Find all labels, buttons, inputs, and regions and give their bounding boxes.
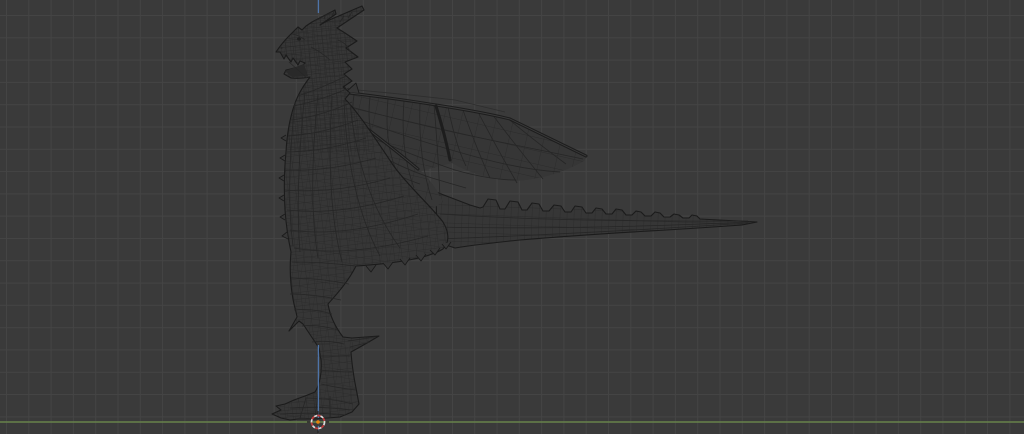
dragon-tail-mesh [435, 191, 758, 249]
head-fine-mesh [272, 6, 372, 152]
3d-viewport[interactable] [0, 0, 1024, 434]
viewport-canvas [0, 0, 1024, 433]
dragon-nostril [280, 47, 283, 49]
object-origin-dot [316, 420, 320, 424]
dragon-eye [297, 37, 301, 41]
dragon-body-mesh [271, 5, 452, 421]
dragon-model[interactable] [262, 0, 758, 421]
